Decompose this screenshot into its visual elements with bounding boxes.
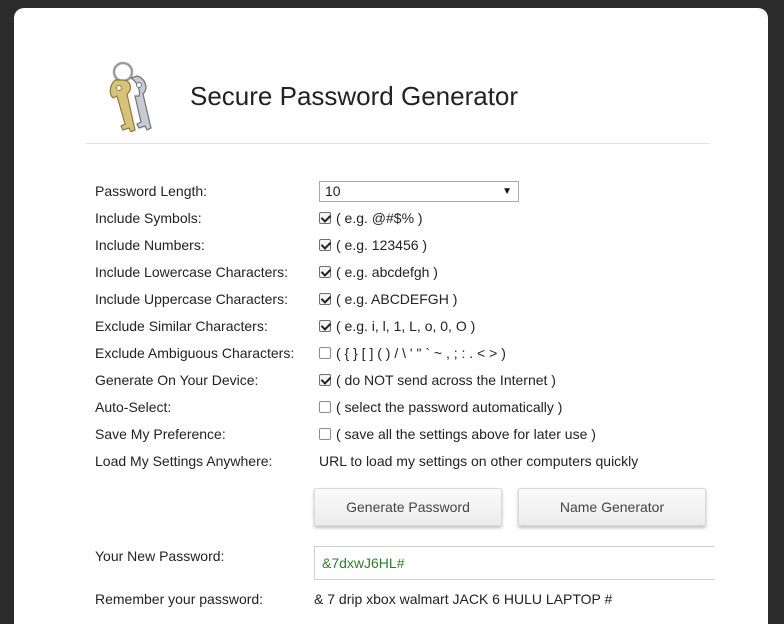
setting-label: Save My Preference: (95, 426, 226, 442)
page-header: Secure Password Generator (85, 60, 710, 144)
setting-hint: ( e.g. i, l, 1, L, o, 0, O ) (336, 318, 476, 334)
setting-hint: ( { } [ ] ( ) / \ ' " ` ~ , ; : . < > ) (336, 345, 506, 361)
setting-include-lowercase: Include Lowercase Characters: ( e.g. abc… (95, 261, 715, 283)
setting-include-uppercase: Include Uppercase Characters: ( e.g. ABC… (95, 288, 715, 310)
include-uppercase-checkbox[interactable] (319, 293, 331, 305)
setting-exclude-similar: Exclude Similar Characters: ( e.g. i, l,… (95, 315, 715, 337)
keys-icon (109, 61, 152, 132)
auto-select-checkbox[interactable] (319, 401, 331, 413)
setting-label: Auto-Select: (95, 399, 172, 415)
include-lowercase-checkbox[interactable] (319, 266, 331, 278)
generate-on-device-checkbox[interactable] (319, 374, 331, 386)
include-symbols-checkbox[interactable] (319, 212, 331, 224)
setting-hint: ( select the password automatically ) (336, 399, 563, 415)
setting-label: Load My Settings Anywhere: (95, 453, 273, 469)
triangle-down-icon: ▼ (502, 186, 512, 197)
remember-password-phrase: & 7 drip xbox walmart JACK 6 HULU LAPTOP… (314, 591, 613, 607)
setting-save-preference: Save My Preference: ( save all the setti… (95, 423, 715, 445)
setting-label: Generate On Your Device: (95, 372, 259, 388)
setting-load-settings: Load My Settings Anywhere: URL to load m… (95, 450, 715, 472)
save-preference-checkbox[interactable] (319, 428, 331, 440)
setting-label: Include Symbols: (95, 210, 202, 226)
include-numbers-checkbox[interactable] (319, 239, 331, 251)
setting-hint: ( e.g. ABCDEFGH ) (336, 291, 458, 307)
name-generator-button[interactable]: Name Generator (518, 488, 706, 526)
remember-password-label: Remember your password: (95, 591, 264, 607)
setting-hint: ( e.g. 123456 ) (336, 237, 428, 253)
new-password-field[interactable]: &7dxwJ6HL# (314, 546, 714, 580)
setting-hint: ( save all the settings above for later … (336, 426, 596, 442)
setting-label: Include Lowercase Characters: (95, 264, 288, 280)
setting-label: Password Length: (95, 183, 208, 199)
new-password-label: Your New Password: (95, 548, 225, 564)
setting-generate-on-device: Generate On Your Device: ( do NOT send a… (95, 369, 715, 391)
setting-hint: ( e.g. @#$% ) (336, 210, 423, 226)
setting-include-symbols: Include Symbols: ( e.g. @#$% ) (95, 207, 715, 229)
exclude-similar-checkbox[interactable] (319, 320, 331, 332)
setting-hint: ( e.g. abcdefgh ) (336, 264, 438, 280)
setting-password-length: Password Length: 10 ▼ (95, 180, 715, 202)
load-settings-url[interactable]: URL to load my settings on other compute… (319, 450, 638, 472)
setting-label: Include Uppercase Characters: (95, 291, 288, 307)
setting-label: Include Numbers: (95, 237, 205, 253)
setting-auto-select: Auto-Select: ( select the password autom… (95, 396, 715, 418)
generate-password-button[interactable]: Generate Password (314, 488, 502, 526)
setting-exclude-ambiguous: Exclude Ambiguous Characters: ( { } [ ] … (95, 342, 715, 364)
setting-label: Exclude Ambiguous Characters: (95, 345, 295, 361)
select-value: 10 (325, 183, 341, 199)
page-title: Secure Password Generator (190, 81, 519, 111)
setting-include-numbers: Include Numbers: ( e.g. 123456 ) (95, 234, 715, 256)
setting-hint: ( do NOT send across the Internet ) (336, 372, 556, 388)
setting-label: Exclude Similar Characters: (95, 318, 268, 334)
exclude-ambiguous-checkbox[interactable] (319, 347, 331, 359)
password-length-select[interactable]: 10 ▼ (319, 181, 519, 202)
